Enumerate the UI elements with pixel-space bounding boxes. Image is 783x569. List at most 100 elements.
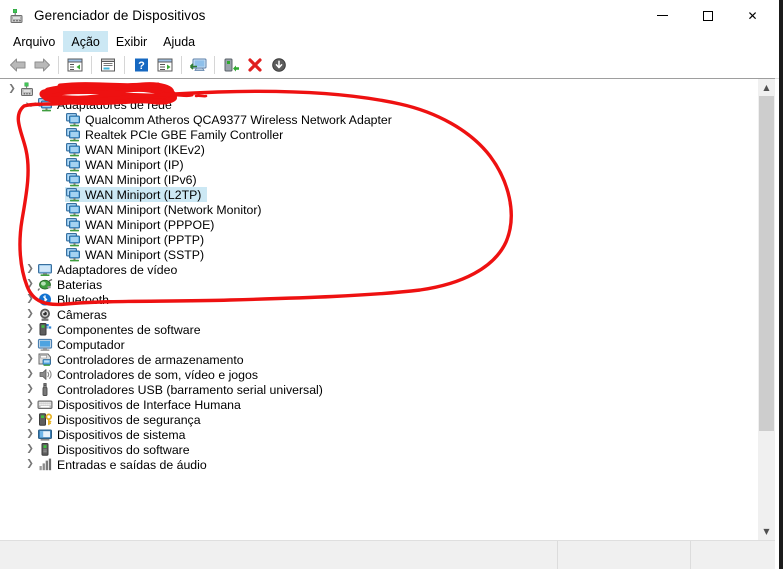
disable-device-icon — [270, 57, 288, 73]
tree-row-wan-miniport-pptp[interactable]: WAN Miniport (PPTP) — [1, 232, 757, 247]
properties-icon — [99, 57, 117, 73]
minimize-icon — [657, 15, 668, 16]
tree-row-dispositivos-do-software[interactable]: ❯ Dispositivos do software — [1, 442, 757, 457]
tree-row-label: Entradas e saídas de áudio — [57, 457, 207, 472]
tree-row-dispositivos-de-seguran-a[interactable]: ❯ Dispositivos de segurança — [1, 412, 757, 427]
scan-hardware-button[interactable] — [186, 54, 210, 76]
tree-row-label: Controladores de armazenamento — [57, 352, 244, 367]
tree-row-bluetooth[interactable]: ❯ Bluetooth — [1, 292, 757, 307]
tree-row-controladores-de-som-v-deo-e-jogos[interactable]: ❯ Controladores de som, vídeo e jogos — [1, 367, 757, 382]
show-hide-console-tree-icon — [66, 57, 84, 73]
network-adapter-icon — [65, 232, 81, 247]
toolbar-separator — [58, 56, 59, 74]
tree-row-wan-miniport-ipv6[interactable]: WAN Miniport (IPv6) — [1, 172, 757, 187]
tree-row-wan-miniport-ip[interactable]: WAN Miniport (IP) — [1, 157, 757, 172]
chevron-right-icon[interactable]: ❯ — [23, 367, 37, 382]
tree-row-label: WAN Miniport (IPv6) — [85, 172, 197, 187]
tree-row-wan-miniport-ikev2[interactable]: WAN Miniport (IKEv2) — [1, 142, 757, 157]
console-tree-button[interactable] — [63, 54, 87, 76]
tree-row-controladores-de-armazenamento[interactable]: ❯ Controladores de armazenamento — [1, 352, 757, 367]
close-button[interactable]: ✕ — [730, 0, 775, 31]
tree-row-c-meras[interactable]: ❯ Câmeras — [1, 307, 757, 322]
chevron-right-icon[interactable]: ❯ — [23, 277, 37, 292]
close-icon: ✕ — [747, 8, 758, 23]
enable-device-icon — [222, 57, 240, 73]
tree-row-qualcomm-atheros-qca9377-wireless-network-adapter[interactable]: Qualcomm Atheros QCA9377 Wireless Networ… — [1, 112, 757, 127]
vertical-scrollbar[interactable]: ▲ ▼ — [757, 79, 775, 540]
monitor-icon — [37, 337, 53, 352]
software-component-icon — [37, 322, 53, 337]
chevron-right-icon[interactable]: ❯ — [23, 262, 37, 277]
chevron-right-icon[interactable]: ❯ — [23, 322, 37, 337]
tree-row-root[interactable]: ❯ — [1, 82, 757, 97]
chevron-right-icon[interactable]: ❯ — [23, 352, 37, 367]
help-icon: ? — [133, 57, 150, 73]
help-button[interactable]: ? — [129, 54, 153, 76]
menu-ajuda-label: Ajuda — [163, 34, 196, 49]
tree-row-entradas-e-sa-das-de-udio[interactable]: ❯ Entradas e saídas de áudio — [1, 457, 757, 472]
chevron-right-icon[interactable]: ❯ — [23, 457, 37, 472]
menu-bar: Arquivo Ação Exibir Ajuda — [0, 31, 779, 52]
menu-acao-label: Ação — [71, 34, 100, 49]
status-pane-main — [0, 541, 557, 569]
chevron-right-icon[interactable]: ❯ — [23, 442, 37, 457]
toolbar-separator — [214, 56, 215, 74]
toolbar-separator — [91, 56, 92, 74]
chevron-right-icon[interactable]: ❯ — [23, 412, 37, 427]
tree-row-componentes-de-software[interactable]: ❯ Componentes de software — [1, 322, 757, 337]
network-adapter-icon — [37, 97, 53, 112]
chevron-right-icon[interactable]: ❯ — [23, 382, 37, 397]
chevron-right-icon[interactable]: ❯ — [23, 337, 37, 352]
network-adapter-icon — [65, 187, 81, 202]
tree-row-wan-miniport-pppoe[interactable]: WAN Miniport (PPPOE) — [1, 217, 757, 232]
uninstall-device-button[interactable] — [243, 54, 267, 76]
device-manager-icon — [10, 8, 26, 24]
tree-row-controladores-usb-barramento-serial-universal[interactable]: ❯ Controladores USB (barramento serial un… — [1, 382, 757, 397]
tree-row-label: WAN Miniport (PPTP) — [85, 232, 205, 247]
minimize-button[interactable] — [640, 0, 685, 31]
maximize-button[interactable] — [685, 0, 730, 31]
menu-arquivo[interactable]: Arquivo — [5, 31, 63, 52]
security-device-icon — [37, 412, 53, 427]
tree-row-wan-miniport-network-monitor[interactable]: WAN Miniport (Network Monitor) — [1, 202, 757, 217]
tree-row-label: WAN Miniport (IP) — [85, 157, 184, 172]
forward-button[interactable] — [30, 54, 54, 76]
enable-device-button[interactable] — [219, 54, 243, 76]
disable-device-button[interactable] — [267, 54, 291, 76]
scrollbar-thumb[interactable] — [759, 96, 774, 431]
tree-row-realtek-pcie-gbe-family-controller[interactable]: Realtek PCIe GBE Family Controller — [1, 127, 757, 142]
usb-icon — [37, 382, 53, 397]
device-tree[interactable]: ❯ ❯ Adaptadores de rede Qualcomm Atheros… — [0, 79, 757, 540]
tree-row-dispositivos-de-interface-humana[interactable]: ❯ Dispositivos de Interface Humana — [1, 397, 757, 412]
tree-row-adaptadores-de-v-deo[interactable]: ❯ Adaptadores de vídeo — [1, 262, 757, 277]
menu-exibir[interactable]: Exibir — [108, 31, 155, 52]
tree-row-wan-miniport-sstp[interactable]: WAN Miniport (SSTP) — [1, 247, 757, 262]
update-driver-icon — [156, 57, 174, 73]
tree-row-wan-miniport-l2tp[interactable]: WAN Miniport (L2TP) — [1, 187, 757, 202]
tree-row-dispositivos-de-sistema[interactable]: ❯ Dispositivos de sistema — [1, 427, 757, 442]
tree-row-adaptadores-de-rede[interactable]: ❯ Adaptadores de rede — [1, 97, 757, 112]
tree-row-computador[interactable]: ❯ Computador — [1, 337, 757, 352]
chevron-right-icon[interactable]: ❯ — [23, 427, 37, 442]
menu-ajuda[interactable]: Ajuda — [155, 31, 203, 52]
chevron-down-icon[interactable]: ❯ — [23, 98, 38, 112]
properties-button[interactable] — [96, 54, 120, 76]
update-driver-button[interactable] — [153, 54, 177, 76]
speaker-icon — [37, 367, 53, 382]
scroll-down-button[interactable]: ▼ — [758, 523, 775, 540]
chevron-right-icon[interactable]: ❯ — [23, 397, 37, 412]
menu-acao[interactable]: Ação — [63, 31, 108, 52]
chevron-down-icon[interactable]: ❯ — [5, 82, 19, 97]
network-adapter-icon — [65, 112, 81, 127]
computer-root-icon — [19, 82, 35, 97]
chevron-right-icon[interactable]: ❯ — [23, 292, 37, 307]
battery-icon — [37, 277, 53, 292]
tree-row-label: Controladores de som, vídeo e jogos — [57, 367, 258, 382]
tree-row-baterias[interactable]: ❯ Baterias — [1, 277, 757, 292]
scroll-up-button[interactable]: ▲ — [758, 79, 775, 96]
back-button[interactable] — [6, 54, 30, 76]
chevron-right-icon[interactable]: ❯ — [23, 307, 37, 322]
